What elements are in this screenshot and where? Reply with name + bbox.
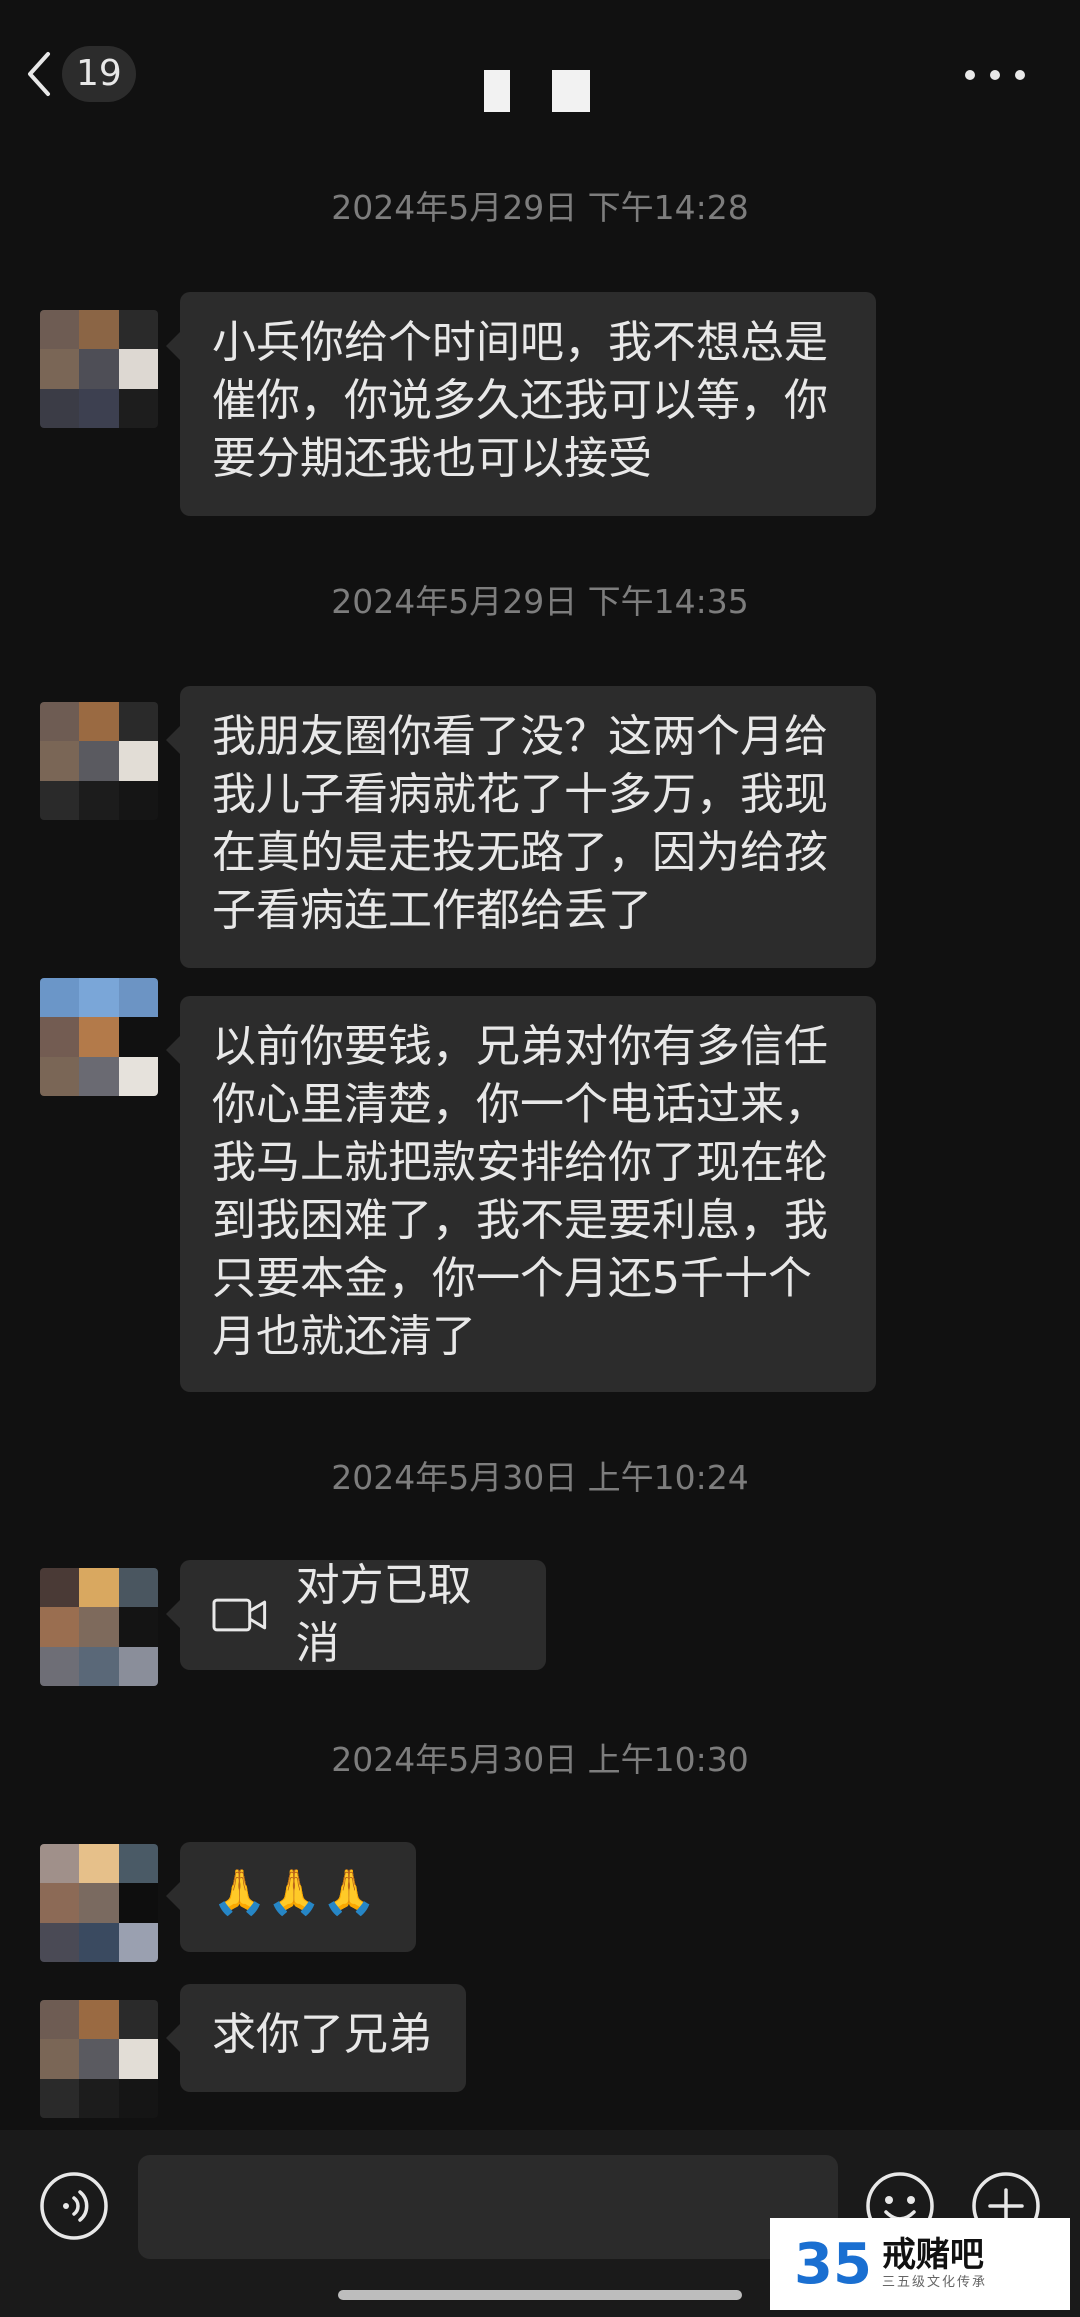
back-button[interactable]: 19 [26,44,156,104]
watermark-text: 戒赌吧 三五级文化传承 [882,2236,987,2292]
message-bubble[interactable]: 求你了兄弟 [166,1984,466,2092]
message-timestamp: 2024年5月29日 下午14:28 [331,188,749,227]
message-bubble[interactable]: 以前你要钱，兄弟对你有多信任你心里清楚，你一个电话过来，我马上就把款安排给你了现… [166,996,876,1392]
avatar[interactable] [40,310,158,428]
video-call-icon [212,1598,267,1632]
message-timestamp: 2024年5月30日 上午10:24 [331,1458,749,1497]
more-options-icon[interactable] [960,60,1030,90]
voice-input-icon[interactable] [38,2170,110,2242]
video-call-bubble[interactable]: 对方已取消 [166,1560,546,1670]
watermark-subtitle: 三五级文化传承 [881,2275,987,2290]
avatar[interactable] [40,702,158,820]
contact-name-redacted [484,70,510,112]
watermark-number: 35 [794,2231,872,2297]
avatar[interactable] [40,2000,158,2118]
message-bubble[interactable]: 🙏🙏🙏 [166,1842,416,1952]
avatar[interactable] [40,1844,158,1962]
watermark-name: 戒赌吧 [881,2235,984,2275]
message-timestamp: 2024年5月29日 下午14:35 [331,582,749,621]
message-bubble[interactable]: 我朋友圈你看了没？这两个月给我儿子看病就花了十多万，我现在真的是走投无路了，因为… [166,686,876,968]
watermark-logo: 35 戒赌吧 三五级文化传承 [770,2218,1070,2310]
avatar[interactable] [40,978,158,1096]
message-input[interactable] [138,2155,838,2259]
unread-count-badge: 19 [62,46,136,102]
avatar[interactable] [40,1568,158,1686]
home-indicator [338,2290,742,2300]
message-bubble[interactable]: 小兵你给个时间吧，我不想总是催你，你说多久还我可以等，你要分期还我也可以接受 [166,292,876,516]
contact-name-redacted [552,70,590,112]
message-timestamp: 2024年5月30日 上午10:30 [331,1740,749,1779]
chevron-left-icon [28,52,50,96]
top-bar: 19 [0,0,1080,150]
call-status-text: 对方已取消 [295,1560,472,1669]
